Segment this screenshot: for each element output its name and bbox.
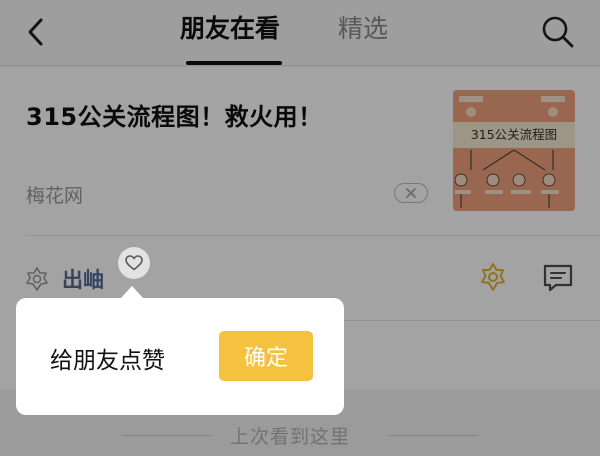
confirm-button[interactable]: 确定 (219, 331, 313, 381)
popup-message: 给朋友点赞 (50, 348, 165, 374)
heart-icon (125, 255, 143, 271)
like-tip-popup: 给朋友点赞 确定 (16, 298, 344, 415)
like-button-highlight[interactable] (118, 247, 150, 279)
